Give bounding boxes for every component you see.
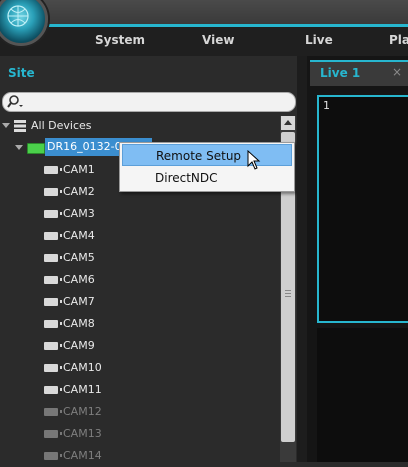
tree-camera-row[interactable]: CAM13 (0, 423, 279, 445)
camera-icon (44, 386, 62, 394)
context-menu: Remote Setup DirectNDC (119, 142, 295, 192)
scroll-up-button[interactable] (281, 116, 295, 130)
menu-item-remote-setup[interactable]: Remote Setup (122, 144, 292, 166)
tree-camera-row[interactable]: CAM4 (0, 225, 279, 247)
close-icon[interactable]: × (392, 65, 402, 79)
menu-view[interactable]: View (202, 33, 234, 47)
tree-camera-label: CAM12 (63, 405, 102, 418)
tree-camera-row[interactable]: CAM14 (0, 445, 279, 467)
tree-camera-label: CAM13 (63, 427, 102, 440)
menu-system[interactable]: System (95, 33, 145, 47)
tree-camera-label: CAM14 (63, 449, 102, 462)
channel-number: 1 (323, 99, 330, 112)
tree-camera-label: CAM3 (63, 207, 95, 220)
camera-icon (44, 254, 62, 262)
tree-camera-row[interactable]: CAM8 (0, 313, 279, 335)
tree-camera-row[interactable]: CAM6 (0, 269, 279, 291)
camera-icon (44, 364, 62, 372)
tree-root-label: All Devices (31, 119, 92, 132)
camera-icon (44, 298, 62, 306)
search-input[interactable] (2, 92, 296, 112)
camera-icon (44, 276, 62, 284)
tree-camera-row[interactable]: CAM11 (0, 379, 279, 401)
tree-camera-label: CAM7 (63, 295, 95, 308)
menu-live[interactable]: Live (305, 33, 333, 47)
dvr-icon (27, 143, 45, 154)
menu-item-label: DirectNDC (155, 171, 218, 185)
tree-camera-label: CAM4 (63, 229, 95, 242)
tree-camera-label: CAM8 (63, 317, 95, 330)
menu-item-directndc[interactable]: DirectNDC (122, 167, 292, 189)
live-view-channel-1[interactable]: 1 (317, 95, 408, 323)
panel-divider[interactable] (297, 56, 307, 462)
search-icon (7, 95, 23, 108)
tree-camera-row[interactable]: CAM9 (0, 335, 279, 357)
tree-camera-row[interactable]: CAM5 (0, 247, 279, 269)
camera-icon (44, 342, 62, 350)
tree-device-label: DR16_0132-09 (47, 140, 129, 153)
device-group-icon (14, 120, 26, 132)
menu-item-label: Remote Setup (156, 149, 242, 163)
camera-icon (44, 408, 62, 416)
camera-icon (44, 188, 62, 196)
collapse-arrow-icon[interactable] (2, 123, 10, 128)
camera-icon (44, 210, 62, 218)
tree-camera-row[interactable]: CAM10 (0, 357, 279, 379)
tree-camera-row[interactable]: CAM12 (0, 401, 279, 423)
camera-icon (44, 166, 62, 174)
tree-camera-label: CAM6 (63, 273, 95, 286)
app-logo-icon[interactable] (0, 0, 48, 46)
tab-live-1[interactable]: Live 1 × (310, 60, 408, 86)
tree-camera-label: CAM2 (63, 185, 95, 198)
collapse-arrow-icon[interactable] (15, 145, 23, 150)
title-strip (0, 0, 408, 24)
tree-camera-label: CAM1 (63, 163, 95, 176)
tree-camera-label: CAM10 (63, 361, 102, 374)
top-bar: System View Live Pla (0, 0, 408, 56)
accent-line (44, 24, 408, 27)
tree-camera-label: CAM9 (63, 339, 95, 352)
menu-playback[interactable]: Pla (389, 33, 408, 47)
camera-icon (44, 452, 62, 460)
camera-icon (44, 320, 62, 328)
live-view-empty[interactable] (317, 328, 408, 462)
globe-icon (7, 5, 29, 27)
camera-icon (44, 232, 62, 240)
site-panel-title: Site (8, 66, 35, 80)
tree-camera-label: CAM5 (63, 251, 95, 264)
tree-camera-label: CAM11 (63, 383, 102, 396)
tree-root-row[interactable]: All Devices (0, 115, 279, 137)
tree-camera-row[interactable]: CAM3 (0, 203, 279, 225)
tab-live-label: Live 1 (320, 66, 361, 80)
tree-camera-row[interactable]: CAM7 (0, 291, 279, 313)
camera-icon (44, 430, 62, 438)
mouse-cursor-icon (247, 150, 261, 170)
